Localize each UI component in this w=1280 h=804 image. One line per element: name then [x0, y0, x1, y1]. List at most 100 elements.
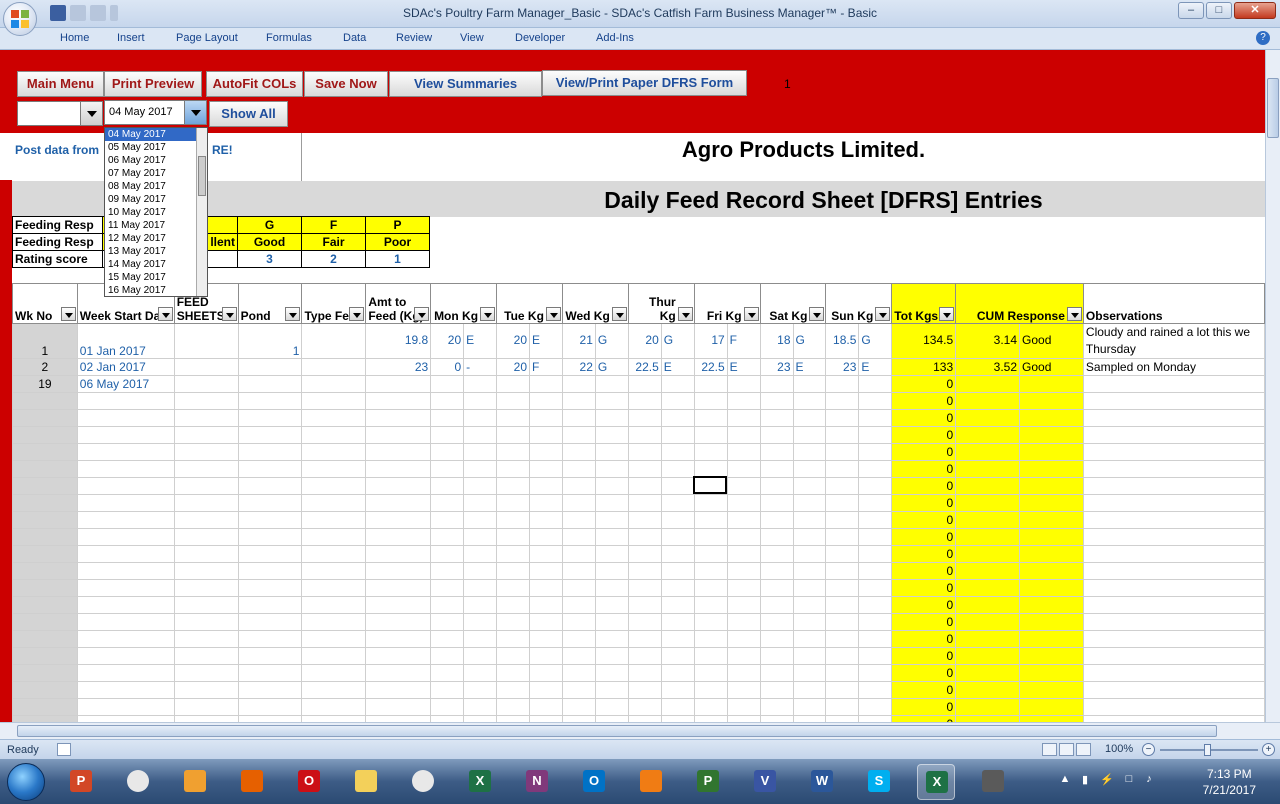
help-icon[interactable]: ? — [1256, 31, 1270, 45]
chrome-icon[interactable] — [119, 764, 157, 800]
save-now-button[interactable]: Save Now — [304, 71, 388, 97]
date-select[interactable]: 04 May 2017 — [104, 100, 207, 125]
filter-icon[interactable] — [285, 307, 301, 321]
table-row[interactable]: 0 — [12, 494, 1265, 512]
filter-icon[interactable] — [809, 307, 825, 321]
start-button[interactable] — [7, 763, 45, 801]
vertical-scroll-thumb[interactable] — [1267, 78, 1279, 138]
filter-icon[interactable] — [939, 307, 955, 321]
table-row[interactable]: 0 — [12, 596, 1265, 614]
redo-icon[interactable] — [90, 5, 106, 21]
filter-icon[interactable] — [743, 307, 759, 321]
table-row[interactable]: 0 — [12, 528, 1265, 546]
tab-data[interactable]: Data — [343, 32, 366, 44]
tab-developer[interactable]: Developer — [515, 32, 565, 44]
dropdown-scroll-thumb[interactable] — [198, 156, 206, 196]
date-option[interactable]: 04 May 2017 — [105, 128, 196, 141]
table-row[interactable]: 0 — [12, 511, 1265, 529]
excel-active-icon[interactable]: X — [917, 764, 955, 800]
media-player-icon[interactable] — [176, 764, 214, 800]
uc-browser-icon[interactable] — [632, 764, 670, 800]
page-layout-view-icon[interactable] — [1059, 743, 1074, 756]
office-button[interactable] — [3, 2, 37, 36]
filter-icon[interactable] — [545, 307, 561, 321]
table-row[interactable]: 0 — [12, 664, 1265, 682]
table-row[interactable]: 0 — [12, 392, 1265, 410]
autofit-cols-button[interactable]: AutoFit COLs — [206, 71, 303, 97]
filter-icon[interactable] — [677, 307, 693, 321]
pond-select[interactable] — [17, 101, 103, 126]
excel-icon[interactable]: X — [461, 764, 499, 800]
date-option[interactable]: 16 May 2017 — [105, 284, 196, 297]
dropdown-scrollbar[interactable] — [196, 128, 207, 296]
customize-qat-icon[interactable] — [110, 5, 118, 21]
table-row[interactable]: 1 01 Jan 2017 1 19.8 20 E 20 E 21 G 20 G… — [12, 323, 1265, 359]
filter-icon[interactable] — [157, 307, 173, 321]
date-option[interactable]: 11 May 2017 — [105, 219, 196, 232]
chevron-down-icon[interactable] — [184, 101, 206, 124]
tab-formulas[interactable]: Formulas — [266, 32, 312, 44]
main-menu-button[interactable]: Main Menu — [17, 71, 104, 97]
tab-insert[interactable]: Insert — [117, 32, 145, 44]
filter-icon[interactable] — [611, 307, 627, 321]
date-option[interactable]: 15 May 2017 — [105, 271, 196, 284]
tab-add-ins[interactable]: Add-Ins — [596, 32, 634, 44]
table-row[interactable]: 0 — [12, 647, 1265, 665]
filter-icon[interactable] — [1066, 307, 1082, 321]
tab-review[interactable]: Review — [396, 32, 432, 44]
tab-view[interactable]: View — [460, 32, 484, 44]
media-center-icon[interactable] — [974, 764, 1012, 800]
show-hidden-icons-icon[interactable]: ▲ — [1058, 773, 1072, 789]
show-all-button[interactable]: Show All — [209, 101, 288, 127]
view-summaries-button[interactable]: View Summaries — [389, 71, 542, 97]
opera-icon[interactable]: O — [290, 764, 328, 800]
horizontal-scroll-thumb[interactable] — [17, 725, 1217, 737]
tab-home[interactable]: Home — [60, 32, 89, 44]
table-row[interactable]: 0 — [12, 562, 1265, 580]
filter-icon[interactable] — [349, 307, 365, 321]
table-row[interactable]: 0 — [12, 698, 1265, 716]
powerpoint-icon[interactable]: P — [62, 764, 100, 800]
minimize-button[interactable]: – — [1178, 2, 1204, 19]
filter-icon[interactable] — [414, 307, 430, 321]
maximize-button[interactable]: □ — [1206, 2, 1232, 19]
usb-icon[interactable]: ▮ — [1078, 773, 1092, 789]
date-option[interactable]: 10 May 2017 — [105, 206, 196, 219]
table-row[interactable]: 0 — [12, 477, 1265, 495]
table-row[interactable]: 0 — [12, 460, 1265, 478]
outlook-icon[interactable]: O — [575, 764, 613, 800]
filter-icon[interactable] — [221, 307, 237, 321]
table-row[interactable]: 0 — [12, 545, 1265, 563]
date-option[interactable]: 05 May 2017 — [105, 141, 196, 154]
filter-icon[interactable] — [875, 307, 891, 321]
firefox-icon[interactable] — [233, 764, 271, 800]
network-icon[interactable]: □ — [1122, 773, 1136, 789]
table-row[interactable]: 2 02 Jan 2017 23 0 - 20 F 22 G 22.5 E 22… — [12, 358, 1265, 376]
table-row[interactable]: 0 — [12, 613, 1265, 631]
date-option[interactable]: 08 May 2017 — [105, 180, 196, 193]
onenote-icon[interactable]: N — [518, 764, 556, 800]
zoom-slider-knob[interactable] — [1204, 744, 1211, 756]
table-row[interactable]: 0 — [12, 681, 1265, 699]
horizontal-scrollbar[interactable] — [0, 722, 1280, 739]
table-row[interactable]: 0 — [12, 630, 1265, 648]
view-print-dfrs-button[interactable]: View/Print Paper DFRS Form — [542, 70, 747, 96]
zoom-slider[interactable] — [1160, 744, 1258, 756]
zoom-in-icon[interactable]: + — [1262, 743, 1275, 756]
visio-icon[interactable]: V — [746, 764, 784, 800]
table-row[interactable]: 0 — [12, 409, 1265, 427]
date-option[interactable]: 14 May 2017 — [105, 258, 196, 271]
date-option[interactable]: 07 May 2017 — [105, 167, 196, 180]
filter-icon[interactable] — [480, 307, 496, 321]
date-option[interactable]: 09 May 2017 — [105, 193, 196, 206]
project-icon[interactable]: P — [689, 764, 727, 800]
file-explorer-icon[interactable] — [347, 764, 385, 800]
undo-icon[interactable] — [70, 5, 86, 21]
close-button[interactable]: ✕ — [1234, 2, 1276, 19]
power-icon[interactable]: ⚡ — [1100, 773, 1114, 789]
normal-view-icon[interactable] — [1042, 743, 1057, 756]
date-dropdown-list[interactable]: 04 May 2017 05 May 2017 06 May 2017 07 May … — [104, 127, 208, 297]
clock[interactable]: 7:13 PM 7/21/2017 — [1203, 766, 1256, 798]
tab-page-layout[interactable]: Page Layout — [176, 32, 238, 44]
save-icon[interactable] — [50, 5, 66, 21]
